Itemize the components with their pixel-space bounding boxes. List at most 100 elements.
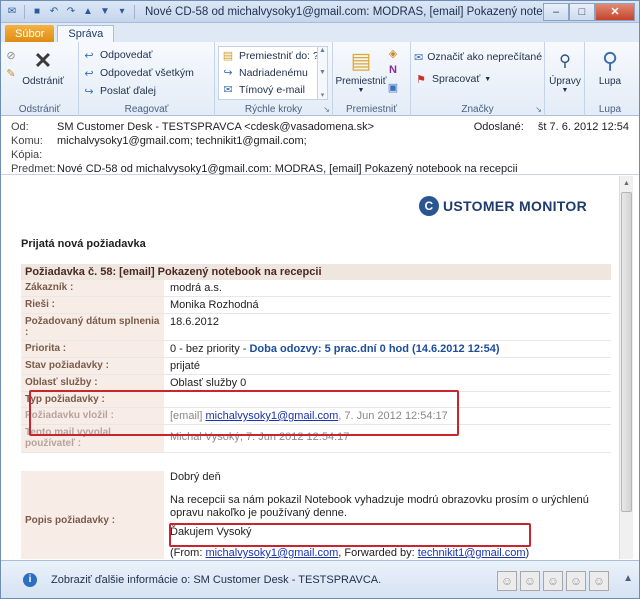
save-icon[interactable]: ■: [30, 5, 44, 19]
subject-value: Nové CD-58 od michalvysoky1@gmail.com: M…: [57, 163, 518, 175]
quickstep-team-email[interactable]: ✉ Tímový e-mail: [221, 81, 327, 98]
avatar[interactable]: ☺: [497, 571, 517, 591]
row-value: 0 - bez priority - Doba odozvy: 5 prac.d…: [164, 341, 611, 357]
onenote-icon[interactable]: N: [386, 63, 400, 77]
sent-label: Odoslané:: [473, 121, 524, 133]
header-from: Od: SM Customer Desk - TESTSPRAVCA <cdes…: [11, 121, 374, 133]
avatar[interactable]: ☺: [566, 571, 586, 591]
highlight-box-forward: [169, 523, 531, 547]
tab-file[interactable]: Súbor: [5, 25, 55, 42]
group-delete: ⊘ ✎ ✕ Odstrániť Odstrániť: [1, 42, 79, 116]
cleanup-icon[interactable]: ✎: [4, 66, 18, 80]
rules-icon[interactable]: ◈: [386, 46, 400, 60]
editing-button[interactable]: ⚲ Úpravy ▼: [548, 44, 582, 94]
actions-icon[interactable]: ▣: [386, 80, 400, 94]
to-value[interactable]: michalvysoky1@gmail.com; technikit1@gmai…: [57, 135, 307, 147]
delete-x-icon: ✕: [33, 48, 53, 73]
subject-label: Predmet:: [11, 163, 56, 175]
from-prefix: (From:: [170, 547, 206, 559]
reply-all-icon: ↩: [84, 67, 94, 80]
table-row-spacer: [21, 453, 611, 471]
quickstep-label: Premiestniť do: ?: [239, 49, 319, 62]
header-sent: Odoslané: št 7. 6. 2012 12:54: [474, 121, 629, 133]
people-pane-bar: i Zobraziť ďalšie informácie o: SM Custo…: [1, 560, 639, 598]
envelope-icon: ✉: [414, 51, 424, 64]
group-tags: ✉ Označiť ako neprečítané ⚑ Spracovať ▼ Zna…: [411, 42, 545, 116]
minimize-button[interactable]: –: [543, 2, 569, 21]
ribbon-tabs: Súbor Správa: [1, 23, 639, 42]
response-time-value: Doba odozvy: 5 prac.dní 0 hod (14.6.2012…: [249, 343, 500, 355]
redo-icon[interactable]: ↷: [64, 5, 78, 19]
flag-icon: ⚑: [416, 73, 426, 86]
close-button[interactable]: ✕: [595, 2, 635, 21]
down-arrow-icon[interactable]: ▼: [98, 5, 112, 19]
window-title: Nové CD-58 od michalvysoky1@gmail.com: M…: [145, 5, 543, 18]
reply-icon: ↩: [84, 49, 94, 62]
avatar[interactable]: ☺: [520, 571, 540, 591]
delete-button[interactable]: ✕ Odstrániť: [22, 44, 64, 87]
reply-all-label: Odpovedať všetkým: [100, 67, 194, 79]
logo-circle-icon: C: [419, 196, 439, 216]
quick-access-toolbar: ✉ ■ ↶ ↷ ▲ ▼ ▾: [1, 4, 137, 19]
sent-value: št 7. 6. 2012 12:54: [537, 121, 629, 133]
row-key: Zákazník :: [21, 280, 164, 296]
table-row: Stav požiadavky : prijaté: [21, 358, 611, 375]
from-value[interactable]: SM Customer Desk - TESTSPRAVCA <cdesk@va…: [57, 121, 374, 133]
quickstep-label: Tímový e-mail: [239, 83, 305, 96]
avatar[interactable]: ☺: [543, 571, 563, 591]
table-row: Rieši : Monika Rozhodná: [21, 297, 611, 314]
zoom-label: Lupa: [598, 76, 622, 87]
message-body[interactable]: C USTOMER MONITOR Prijatá nová požiadavk…: [5, 176, 617, 559]
quick-steps-scroll[interactable]: ▲ ▼ ▾: [317, 47, 327, 99]
scroll-up-icon[interactable]: ▲: [620, 176, 633, 190]
row-value: prijaté: [170, 360, 200, 372]
forwarded-label: , Forwarded by:: [338, 547, 418, 559]
header-subject: Predmet: Nové CD-58 od michalvysoky1@gma…: [11, 163, 518, 175]
zoom-button[interactable]: ⚲ Lupa: [588, 44, 632, 87]
tab-message[interactable]: Správa: [57, 25, 115, 42]
from-email-link[interactable]: michalvysoky1@gmail.com: [205, 547, 338, 559]
up-arrow-icon[interactable]: ▲: [81, 5, 95, 19]
customize-icon[interactable]: ▾: [115, 5, 129, 19]
contact-avatars: ☺ ☺ ☺ ☺ ☺: [497, 571, 609, 591]
quickstep-move-to[interactable]: ▤ Premiestniť do: ?: [221, 47, 327, 64]
dialog-launcher-icon[interactable]: ↘: [535, 105, 542, 114]
dialog-launcher-icon[interactable]: ↘: [323, 105, 330, 114]
info-icon: i: [23, 572, 37, 587]
forward-label: Poslať ďalej: [100, 85, 156, 97]
mark-unread-button[interactable]: ✉ Označiť ako neprečítané: [414, 48, 542, 66]
header-cc: Kópia:: [11, 149, 57, 161]
request-title: Požiadavka č. 58: [email] Pokazený noteb…: [21, 264, 611, 280]
logo-text: USTOMER MONITOR: [443, 198, 587, 214]
reply-button[interactable]: ↩ Odpovedať: [82, 46, 211, 64]
maximize-button[interactable]: □: [569, 2, 595, 21]
move-label: Premiestniť: [335, 76, 387, 87]
forwarded-email-link[interactable]: technikit1@gmail.com: [418, 547, 526, 559]
follow-up-button[interactable]: ⚑ Spracovať ▼: [414, 70, 541, 88]
row-key: Priorita :: [21, 341, 164, 357]
undo-icon[interactable]: ↶: [47, 5, 61, 19]
group-editing: ⚲ Úpravy ▼: [545, 42, 585, 116]
move-button[interactable]: ▤ Premiestniť ▼: [335, 44, 387, 94]
quickstep-manager[interactable]: ↪ Nadriadenému: [221, 64, 327, 81]
ignore-icon[interactable]: ⊘: [4, 48, 18, 62]
avatar[interactable]: ☺: [589, 571, 609, 591]
forward-icon: ↪: [223, 67, 233, 79]
cc-label: Kópia:: [11, 149, 43, 161]
forward-icon: ↪: [84, 85, 94, 98]
envelope-icon: ✉: [7, 6, 17, 17]
group-label-quick-steps: Rýchle kroky: [244, 104, 303, 115]
forward-button[interactable]: ↪ Poslať ďalej: [82, 82, 211, 100]
chevron-up-icon[interactable]: ▲: [623, 573, 633, 584]
row-key: Oblasť služby :: [21, 375, 164, 391]
people-pane-text[interactable]: Zobraziť ďalšie informácie o: SM Custome…: [51, 574, 381, 586]
reply-all-button[interactable]: ↩ Odpovedať všetkým: [82, 64, 211, 82]
vertical-scrollbar[interactable]: ▲: [619, 176, 633, 559]
scroll-thumb[interactable]: [621, 192, 632, 512]
group-quick-steps: ▤ Premiestniť do: ? ↪ Nadriadenému ✉ Tímový…: [215, 42, 333, 116]
from-label: Od:: [11, 121, 29, 133]
email-icon: ✉: [223, 84, 233, 96]
body-heading: Prijatá nová požiadavka: [21, 238, 146, 250]
group-label-move: Premiestniť: [346, 104, 397, 115]
row-key: Popis požiadavky :: [21, 471, 164, 559]
